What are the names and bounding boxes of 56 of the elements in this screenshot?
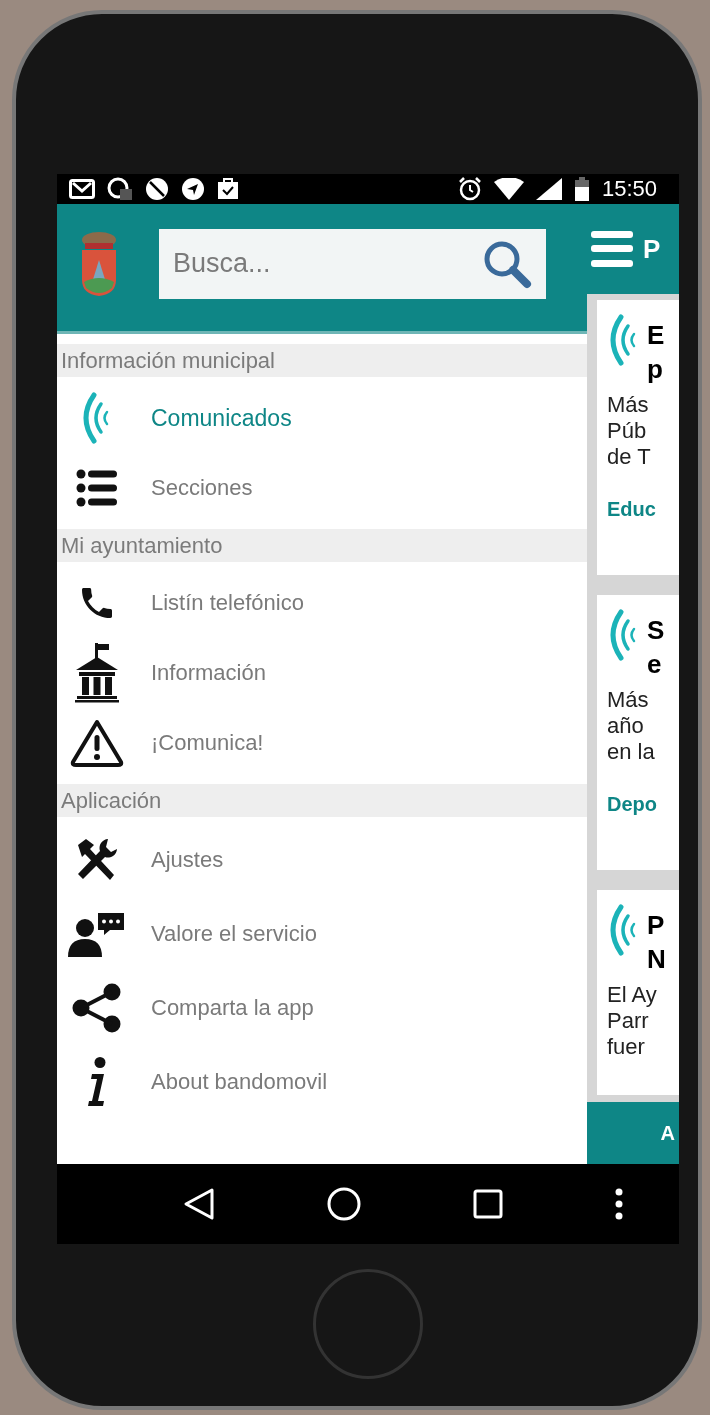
menu-item[interactable]: Secciones [57,453,587,523]
section-header: Información municipal [57,344,587,377]
navigation-icon [181,177,205,201]
menu-item[interactable]: About bandomovil [57,1045,587,1119]
card-text-line: Parr [607,1008,650,1034]
section-header: Mi ayuntamiento [57,529,587,562]
card-text-line: en la [607,739,656,765]
card-title-line: p [647,353,664,386]
menu-icon[interactable] [591,231,633,267]
app-title: P [643,233,661,265]
menu-item[interactable]: Valore el servicio [57,897,587,971]
recent-apps-icon[interactable] [473,1189,503,1219]
menu-item[interactable]: Información [57,638,587,708]
menu-item[interactable]: Listín telefónico [57,568,587,638]
bottom-bar[interactable]: A [587,1102,679,1164]
card-title-line: N [647,943,666,976]
info-icon [86,1057,108,1107]
warning-icon [69,718,125,768]
mail-icon [69,179,95,199]
search-field[interactable]: Busca... [159,228,546,299]
card-text-line: Más [607,392,650,418]
person-speech-icon [68,911,126,957]
home-icon[interactable] [327,1187,361,1221]
building-icon [73,643,121,703]
menu-item[interactable]: Comparta la app [57,971,587,1045]
bottom-bar-label: A [660,1121,675,1145]
card-category: Educ [607,498,657,521]
wifi-icon [493,178,524,200]
list-icon [76,469,118,507]
clock-time: 15:50 [601,176,657,202]
card-title-line: S [647,614,665,647]
card-text-line: Más [607,687,650,713]
menu-item[interactable]: ¡Comunica! [57,708,587,778]
more-options-icon[interactable] [615,1188,623,1220]
card-text-line: El Ay [607,982,658,1008]
news-card[interactable]: E p Más Púb de T Educ [597,300,679,575]
card-category: Depo [607,793,658,816]
menu-item[interactable]: Comunicados [57,383,587,453]
news-card[interactable]: P N El Ay Parr fuer [597,890,679,1095]
card-text-line: Púb [607,418,648,444]
card-text-line: de T [607,444,652,470]
section-header: Aplicación [57,784,587,817]
menu-item[interactable]: Ajustes [57,823,587,897]
alarm-icon [457,177,482,201]
card-title-line: E [647,319,665,352]
back-icon[interactable] [183,1187,215,1221]
clipboard-check-icon [217,178,239,200]
card-text-line: año [607,713,645,739]
card-text-line: fuer [607,1034,646,1060]
signal-icon [535,178,562,200]
share-icon [72,983,122,1033]
battery-icon [573,177,590,201]
card-title-line: e [647,648,663,681]
coat-of-arms-icon [79,229,119,298]
card-title-line: P [647,909,666,942]
news-card[interactable]: S e Más año en la Depo [597,595,679,870]
